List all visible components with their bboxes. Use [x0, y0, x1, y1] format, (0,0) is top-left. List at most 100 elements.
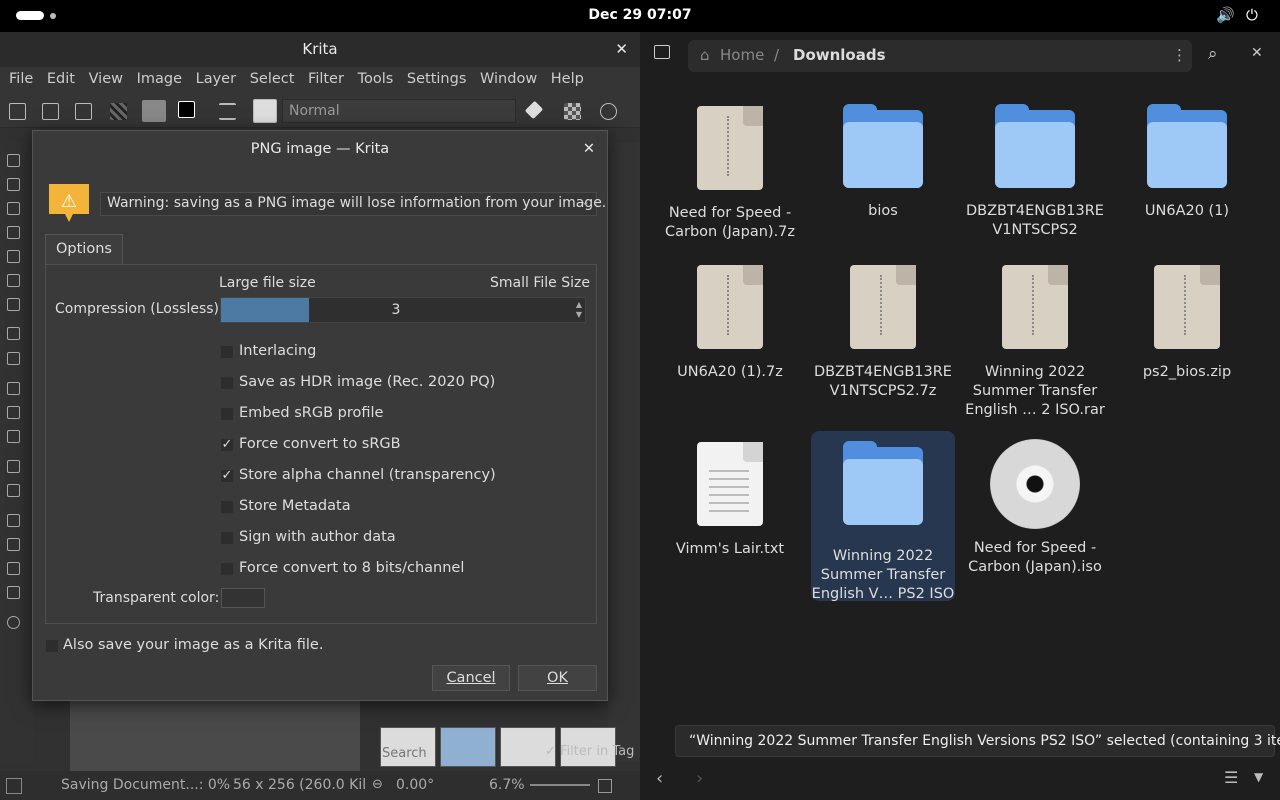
- menu-view[interactable]: View: [80, 67, 123, 87]
- edit-shapes-icon[interactable]: [7, 178, 20, 191]
- select-shapes-icon[interactable]: [7, 154, 20, 167]
- krita-toolbar: Normal: [0, 94, 640, 128]
- chevron-down-icon[interactable]: ▼: [1254, 770, 1263, 784]
- reload-icon[interactable]: [600, 103, 617, 120]
- store-alpha-checkbox[interactable]: ✓: [220, 469, 234, 483]
- also-save-kra-label: Also save your image as a Krita file.: [63, 637, 324, 653]
- foreground-color-icon[interactable]: [178, 101, 195, 118]
- back-icon[interactable]: ‹: [656, 768, 663, 789]
- embed-srgb-checkbox[interactable]: [220, 407, 234, 421]
- interlacing-checkbox[interactable]: [220, 345, 234, 359]
- menu-settings[interactable]: Settings: [398, 67, 466, 87]
- transparent-color-swatch[interactable]: [221, 588, 265, 608]
- transform-tool-icon[interactable]: [7, 327, 20, 340]
- file-label: bios: [868, 203, 898, 219]
- power-icon[interactable]: ⏻: [1246, 6, 1258, 24]
- gradient-tool-icon[interactable]: [7, 382, 20, 395]
- file-item[interactable]: Need for Speed - Carbon (Japan).iso: [963, 439, 1107, 577]
- ellipse-select-icon[interactable]: [7, 538, 20, 551]
- forward-icon[interactable]: ›: [696, 768, 703, 789]
- close-icon[interactable]: ✕: [583, 131, 595, 168]
- sidebar-toggle-icon[interactable]: [654, 45, 670, 59]
- file-item[interactable]: Need for Speed - Carbon (Japan).7z: [658, 106, 802, 242]
- close-icon[interactable]: ✕: [615, 32, 628, 67]
- pattern-icon[interactable]: [142, 100, 166, 122]
- list-view-icon[interactable]: ☰: [1224, 768, 1238, 787]
- brush-preset-icon[interactable]: [253, 99, 277, 123]
- folder-icon: [1147, 104, 1227, 188]
- crop-tool-icon[interactable]: [7, 352, 20, 365]
- menu-filter[interactable]: Filter: [299, 67, 344, 87]
- volume-icon[interactable]: 🔊: [1216, 6, 1235, 24]
- kebab-menu-icon[interactable]: ⋮: [1172, 46, 1187, 64]
- bezier-select-icon[interactable]: [7, 586, 20, 599]
- file-item[interactable]: DBZBT4ENGB13RE V1NTSCPS2.7z: [811, 265, 955, 401]
- filter-in-tag[interactable]: ✓ Filter in Tag: [545, 744, 634, 759]
- zoom-value[interactable]: 6.7%: [489, 777, 525, 793]
- rotation-value[interactable]: 0.00°: [396, 777, 434, 793]
- blend-mode-select[interactable]: Normal: [282, 99, 516, 123]
- eraser-icon[interactable]: [524, 100, 544, 120]
- fit-icon[interactable]: [598, 779, 612, 793]
- store-metadata-checkbox[interactable]: [220, 500, 234, 514]
- hdr-checkbox[interactable]: [220, 376, 234, 390]
- compression-value: 3: [391, 302, 401, 318]
- menu-window[interactable]: Window: [471, 67, 537, 87]
- warning-dropdown[interactable]: Warning: saving as a PNG image will lose…: [100, 192, 606, 216]
- crumb-home[interactable]: Home: [720, 46, 764, 64]
- tab-options[interactable]: Options: [45, 234, 123, 264]
- gradient-icon[interactable]: [110, 103, 127, 120]
- brush-search-input[interactable]: Search: [378, 744, 538, 764]
- interlacing-label: Interlacing: [239, 343, 317, 359]
- ok-button[interactable]: OK: [518, 665, 597, 691]
- warning-text: Warning: saving as a PNG image will lose…: [107, 195, 607, 211]
- zoom-slider[interactable]: [530, 784, 590, 786]
- menu-layer[interactable]: Layer: [187, 67, 236, 87]
- rect-select-icon[interactable]: [7, 514, 20, 527]
- home-icon[interactable]: ⌂: [700, 46, 710, 64]
- cancel-button[interactable]: Cancel: [432, 665, 510, 691]
- rectangle-tool-icon[interactable]: [7, 226, 20, 239]
- folder-item[interactable]: UN6A20 (1): [1115, 104, 1259, 221]
- assistant-tool-icon[interactable]: [7, 460, 20, 473]
- bezier-tool-icon[interactable]: [7, 274, 20, 287]
- brush-settings-icon[interactable]: [219, 103, 236, 120]
- brush-tool-icon[interactable]: [7, 202, 20, 215]
- fill-tool-icon[interactable]: [7, 430, 20, 443]
- save-icon[interactable]: [75, 103, 92, 120]
- menu-file[interactable]: File: [0, 67, 33, 87]
- spin-arrows-icon[interactable]: ▲ ▼: [576, 300, 582, 320]
- search-icon[interactable]: ⌕: [1208, 44, 1218, 64]
- menu-edit[interactable]: Edit: [38, 67, 75, 87]
- reference-tool-icon[interactable]: [7, 484, 20, 497]
- crumb-current[interactable]: Downloads: [793, 46, 886, 64]
- menu-select[interactable]: Select: [241, 67, 295, 87]
- force-8bit-label: Force convert to 8 bits/channel: [239, 560, 465, 576]
- file-item[interactable]: Vimm's Lair.txt: [658, 442, 802, 559]
- clock[interactable]: Dec 29 07:07: [0, 7, 1280, 23]
- file-item[interactable]: Winning 2022 Summer Transfer English … 2…: [963, 265, 1107, 420]
- multibrush-icon[interactable]: [7, 406, 20, 419]
- new-document-icon[interactable]: [9, 103, 26, 120]
- menu-tools[interactable]: Tools: [349, 67, 394, 87]
- menu-help[interactable]: Help: [542, 67, 584, 87]
- rotate-icon[interactable]: ⊖: [372, 777, 383, 792]
- file-item[interactable]: UN6A20 (1).7z: [658, 265, 802, 382]
- freehand-path-icon[interactable]: [7, 298, 20, 311]
- magic-wand-icon[interactable]: [7, 562, 20, 575]
- folder-item[interactable]: DBZBT4ENGB13RE V1NTSCPS2: [963, 104, 1107, 240]
- menu-image[interactable]: Image: [128, 67, 182, 87]
- folder-item[interactable]: bios: [811, 104, 955, 221]
- sign-author-checkbox[interactable]: [220, 531, 234, 545]
- file-item[interactable]: ps2_bios.zip: [1115, 265, 1259, 382]
- force-8bit-checkbox[interactable]: [220, 562, 234, 576]
- folder-item-selected[interactable]: Winning 2022 Summer Transfer English V… …: [811, 431, 955, 602]
- close-icon[interactable]: ✕: [1251, 45, 1263, 61]
- open-document-icon[interactable]: [42, 103, 59, 120]
- force-srgb-checkbox[interactable]: ✓: [220, 438, 234, 452]
- alpha-lock-icon[interactable]: [564, 103, 581, 120]
- also-save-kra-checkbox[interactable]: [45, 639, 59, 653]
- zoom-tool-icon[interactable]: [7, 616, 20, 629]
- polygon-tool-icon[interactable]: [7, 250, 20, 263]
- compression-slider[interactable]: 3 ▲ ▼: [220, 297, 586, 323]
